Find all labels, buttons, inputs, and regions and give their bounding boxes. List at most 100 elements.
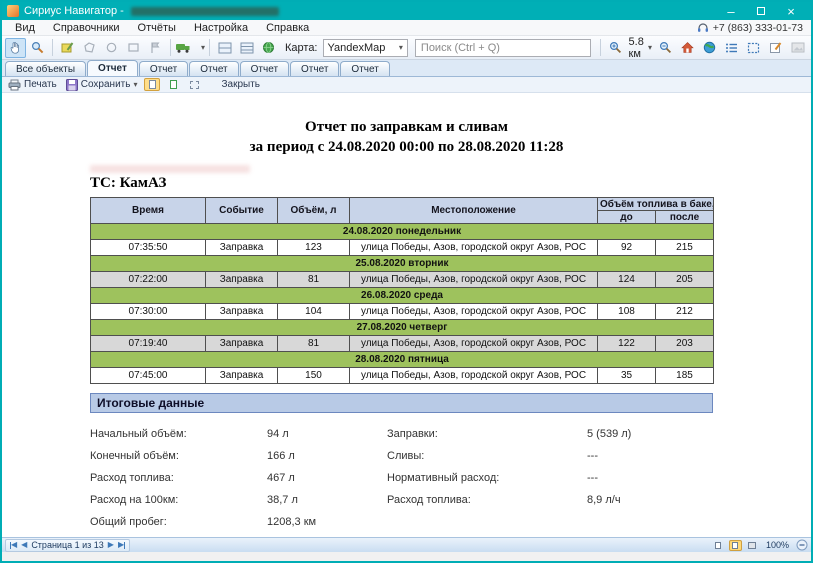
map-pencil-icon xyxy=(61,41,74,54)
close-report-button[interactable]: Закрыть xyxy=(221,79,260,90)
close-button[interactable]: × xyxy=(776,3,806,19)
zoom-out-circle-icon[interactable] xyxy=(796,539,808,551)
maximize-icon xyxy=(757,7,765,15)
report-title-line2: за период с 24.08.2020 00:00 по 28.08.20… xyxy=(2,137,811,157)
rectangle-tool-button[interactable] xyxy=(123,38,144,58)
zoom-out-icon xyxy=(659,41,672,54)
tab-6[interactable]: Отчет xyxy=(340,61,389,76)
toolbar-separator xyxy=(52,39,53,56)
layout-fit-button[interactable] xyxy=(729,540,742,551)
image-icon xyxy=(791,42,805,53)
table-row: 07:19:40Заправка81улица Победы, Азов, го… xyxy=(91,336,714,352)
tab-bar: Все объектыОтчетОтчетОтчетОтчетОтчетОтче… xyxy=(2,60,811,77)
save-button[interactable]: Сохранить ▾ xyxy=(64,79,140,91)
title-bar: Сириус Навигатор - – × xyxy=(2,2,811,20)
pan-hand-button[interactable] xyxy=(5,38,26,58)
screenshot-button[interactable] xyxy=(787,38,808,58)
tab-3[interactable]: Отчет xyxy=(189,61,238,76)
map-scale-dropdown[interactable]: 5.8 км ▾ xyxy=(627,36,654,60)
rectangle-icon xyxy=(127,41,140,54)
col-event: Событие xyxy=(206,198,278,224)
geo-zones-button[interactable] xyxy=(258,38,279,58)
last-page-button[interactable]: ▶ xyxy=(118,541,125,549)
table-row: 07:35:50Заправка123улица Победы, Азов, г… xyxy=(91,240,714,256)
circle-tool-button[interactable] xyxy=(101,38,122,58)
redacted-vehicle-text xyxy=(90,165,250,173)
split-horizontal-button[interactable] xyxy=(214,38,235,58)
map-select-label: Карта: xyxy=(285,42,318,54)
summary-grid: Начальный объём:94 лКонечный объём:166 л… xyxy=(90,423,713,533)
print-button[interactable]: Печать xyxy=(6,79,59,91)
col-volume: Объём, л xyxy=(278,198,350,224)
chevron-down-icon: ▾ xyxy=(648,43,652,52)
tab-4[interactable]: Отчет xyxy=(240,61,289,76)
edit-note-button[interactable] xyxy=(765,38,786,58)
menu-bar: Вид Справочники Отчёты Настройка Справка… xyxy=(2,20,811,36)
col-fuel-after: после xyxy=(656,211,714,224)
fit-to-window-button[interactable] xyxy=(186,78,202,91)
menu-vid[interactable]: Вид xyxy=(6,22,44,34)
summary-left: Начальный объём:94 лКонечный объём:166 л… xyxy=(90,423,387,533)
map-provider-dropdown[interactable]: YandexMap ▾ xyxy=(323,39,408,57)
fit-icon xyxy=(190,81,199,89)
split-vertical-button[interactable] xyxy=(236,38,257,58)
show-map-button[interactable] xyxy=(699,38,720,58)
page-navigation: ◀ ◀ Страница 1 из 13 ▶ ▶ xyxy=(5,539,130,552)
tab-0[interactable]: Все объекты xyxy=(5,61,86,76)
select-rect-icon xyxy=(747,42,760,54)
col-location: Местоположение xyxy=(350,198,598,224)
window-title: Сириус Навигатор - xyxy=(24,5,124,17)
selection-area-button[interactable] xyxy=(743,38,764,58)
status-bar: ◀ ◀ Страница 1 из 13 ▶ ▶ 100% xyxy=(2,537,811,552)
summary-item: Общий пробег:1208,3 км xyxy=(90,511,387,533)
summary-item: Расход топлива:8,9 л/ч xyxy=(387,489,713,511)
printer-icon xyxy=(8,79,21,91)
window-controls: – × xyxy=(716,3,806,19)
page-icon xyxy=(149,80,156,89)
minimize-button[interactable]: – xyxy=(716,3,746,19)
support-phone: +7 (863) 333-01-73 xyxy=(697,22,807,34)
summary-item: Конечный объём:166 л xyxy=(90,445,387,467)
maximize-button[interactable] xyxy=(746,3,776,19)
floppy-icon xyxy=(66,79,78,91)
report-page: Отчет по заправкам и сливам за период с … xyxy=(2,93,811,537)
zoom-in-button[interactable] xyxy=(605,38,626,58)
polygon-tool-button[interactable] xyxy=(79,38,100,58)
previous-page-button[interactable]: ◀ xyxy=(21,541,27,549)
zoom-in-icon xyxy=(609,41,622,54)
tab-1[interactable]: Отчет xyxy=(87,60,138,76)
search-input[interactable] xyxy=(415,39,591,57)
page-icon xyxy=(170,80,177,89)
support-phone-number: +7 (863) 333-01-73 xyxy=(713,22,803,34)
hand-icon xyxy=(9,41,22,54)
day-band-row: 27.08.2020 четверг xyxy=(91,320,714,336)
summary-item: Заправки:5 (539 л) xyxy=(387,423,713,445)
view-continuous-button[interactable] xyxy=(165,78,181,91)
tab-5[interactable]: Отчет xyxy=(290,61,339,76)
menu-nastroyka[interactable]: Настройка xyxy=(185,22,257,34)
app-window: Сириус Навигатор - – × Вид Справочники О… xyxy=(0,0,813,563)
next-page-button[interactable]: ▶ xyxy=(108,541,114,549)
flag-icon xyxy=(149,41,162,54)
fuel-events-table: Время Событие Объём, л Местоположение Об… xyxy=(90,197,714,384)
main-toolbar: ▾ Карта: YandexMap ▾ 5.8 км ▾ xyxy=(2,36,811,60)
menu-spravka[interactable]: Справка xyxy=(257,22,318,34)
first-page-button[interactable]: ◀ xyxy=(10,541,17,549)
home-view-button[interactable] xyxy=(677,38,698,58)
tab-2[interactable]: Отчет xyxy=(139,61,188,76)
toolbar-separator xyxy=(170,39,171,56)
view-single-page-button[interactable] xyxy=(144,78,160,91)
summary-item: Расход на 100км:38,7 л xyxy=(90,489,387,511)
vehicle-tracking-button[interactable]: ▾ xyxy=(175,38,205,58)
object-list-button[interactable] xyxy=(721,38,742,58)
edit-map-button[interactable] xyxy=(57,38,78,58)
day-band-row: 28.08.2020 пятница xyxy=(91,352,714,368)
zoom-tool-button[interactable] xyxy=(27,38,48,58)
layout-multi-button[interactable] xyxy=(746,540,759,551)
menu-spravochniki[interactable]: Справочники xyxy=(44,22,129,34)
menu-otchety[interactable]: Отчёты xyxy=(129,22,185,34)
zoom-out-button[interactable] xyxy=(655,38,676,58)
flag-tool-button[interactable] xyxy=(145,38,166,58)
layout-single-button[interactable] xyxy=(712,540,725,551)
redacted-title-text xyxy=(131,7,279,16)
